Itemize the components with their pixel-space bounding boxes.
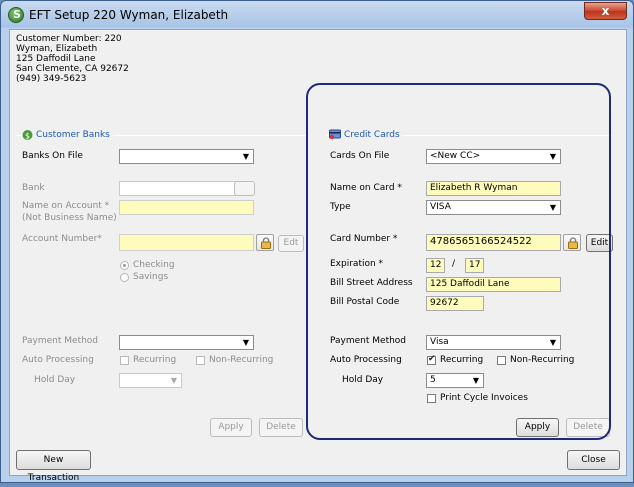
window-title: EFT Setup 220 Wyman, Elizabeth: [29, 8, 229, 22]
svg-text:$: $: [25, 132, 30, 141]
account-number-input: [119, 234, 254, 251]
bank-hold-day-select: ▼: [119, 373, 182, 388]
window-close-button[interactable]: x: [584, 2, 627, 20]
customer-banks-panel: $ Customer Banks Banks On File ▼ Bank Na…: [10, 30, 310, 470]
banks-on-file-label: Banks On File: [22, 151, 83, 161]
bank-recurring-checkbox: [120, 356, 129, 365]
lock-icon: [261, 237, 271, 249]
savings-radio: [120, 273, 129, 282]
name-on-account-label: Name on Account *: [22, 201, 110, 211]
chevron-down-icon: ▼: [170, 376, 178, 385]
bank-lock-button: [256, 234, 274, 251]
new-transaction-button[interactable]: New Transaction: [16, 450, 91, 483]
bank-delete-button: Delete: [259, 418, 303, 437]
bank-lookup-button: [234, 181, 255, 196]
savings-label: Savings: [133, 272, 169, 282]
bank-non-recurring-checkbox: [196, 356, 205, 365]
bank-recurring-label: Recurring: [133, 355, 177, 365]
app-logo-icon: [8, 7, 24, 23]
chevron-down-icon: ▼: [242, 152, 250, 161]
banks-title-text: Customer Banks: [36, 130, 110, 140]
title-bar: EFT Setup 220 Wyman, Elizabeth x: [1, 1, 633, 29]
account-number-label: Account Number*: [22, 234, 102, 244]
checking-radio: [120, 261, 129, 270]
bank-payment-method-label: Payment Method: [22, 336, 99, 346]
banks-group-title: $ Customer Banks: [22, 129, 113, 141]
bank-auto-processing-label: Auto Processing: [22, 355, 94, 365]
name-on-account-sublabel: (Not Business Name): [22, 213, 117, 223]
name-on-account-input: [119, 200, 254, 215]
checking-label: Checking: [133, 260, 175, 270]
credit-cards-highlight: [306, 83, 611, 440]
bank-hold-day-label: Hold Day: [34, 375, 76, 385]
close-button[interactable]: Close: [567, 450, 620, 470]
bank-payment-method-select: ▼: [119, 335, 254, 350]
bank-label: Bank: [22, 183, 45, 193]
chevron-down-icon: ▼: [242, 338, 250, 347]
banks-on-file-select[interactable]: ▼: [119, 149, 254, 164]
money-icon: $: [22, 130, 33, 141]
bank-field: [119, 181, 236, 196]
bank-apply-button: Apply: [210, 418, 252, 437]
bank-non-recurring-label: Non-Recurring: [209, 355, 274, 365]
bank-edit-button: Edt: [278, 235, 304, 252]
